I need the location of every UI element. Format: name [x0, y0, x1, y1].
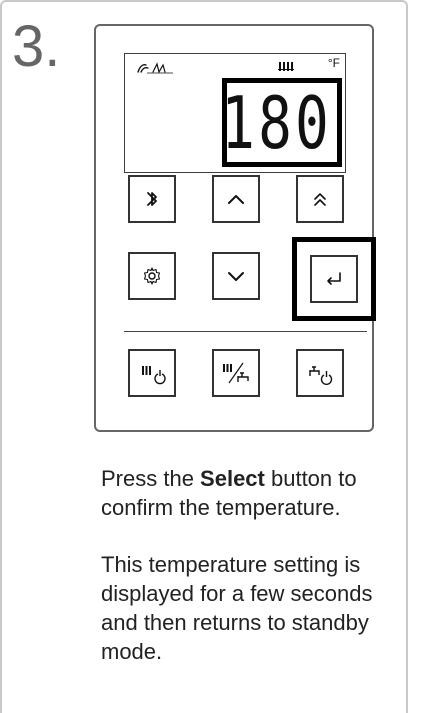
- bluetooth-button[interactable]: [128, 175, 176, 223]
- up-button[interactable]: [212, 175, 260, 223]
- instruction-select-keyword: Select: [200, 466, 265, 491]
- temperature-highlight-box: 180: [221, 78, 342, 167]
- instruction-select: Press the Select button to confirm the t…: [101, 464, 401, 522]
- radiator-icon: [278, 62, 294, 71]
- heating-power-button[interactable]: [128, 349, 176, 397]
- temperature-unit: °F: [327, 56, 340, 70]
- radiator-faucet-icon: [223, 362, 249, 384]
- lcd-display: 180 °F: [124, 53, 346, 173]
- radiator-power-icon: [142, 366, 166, 385]
- button-divider: [124, 331, 367, 332]
- instruction-standby: This temperature setting is displayed fo…: [101, 552, 373, 664]
- bluetooth-icon: [147, 192, 157, 206]
- down-button[interactable]: [212, 252, 260, 300]
- chevron-up-icon: [228, 195, 244, 204]
- fast-up-button[interactable]: [296, 175, 344, 223]
- heating-hotwater-button[interactable]: [212, 349, 260, 397]
- flame-icon: [137, 62, 173, 74]
- step-number: 3.: [12, 14, 61, 79]
- temperature-value: 180: [221, 80, 332, 165]
- control-panel: 180 °F: [94, 24, 376, 432]
- instruction-select-before: Press the: [101, 466, 201, 491]
- chevron-down-icon: [228, 272, 244, 281]
- gear-icon: [143, 267, 161, 285]
- select-button-highlight: [292, 237, 376, 321]
- faucet-power-icon: [309, 366, 333, 385]
- double-chevron-up-icon: [314, 193, 326, 206]
- hotwater-power-button[interactable]: [296, 349, 344, 397]
- settings-button[interactable]: [128, 252, 176, 300]
